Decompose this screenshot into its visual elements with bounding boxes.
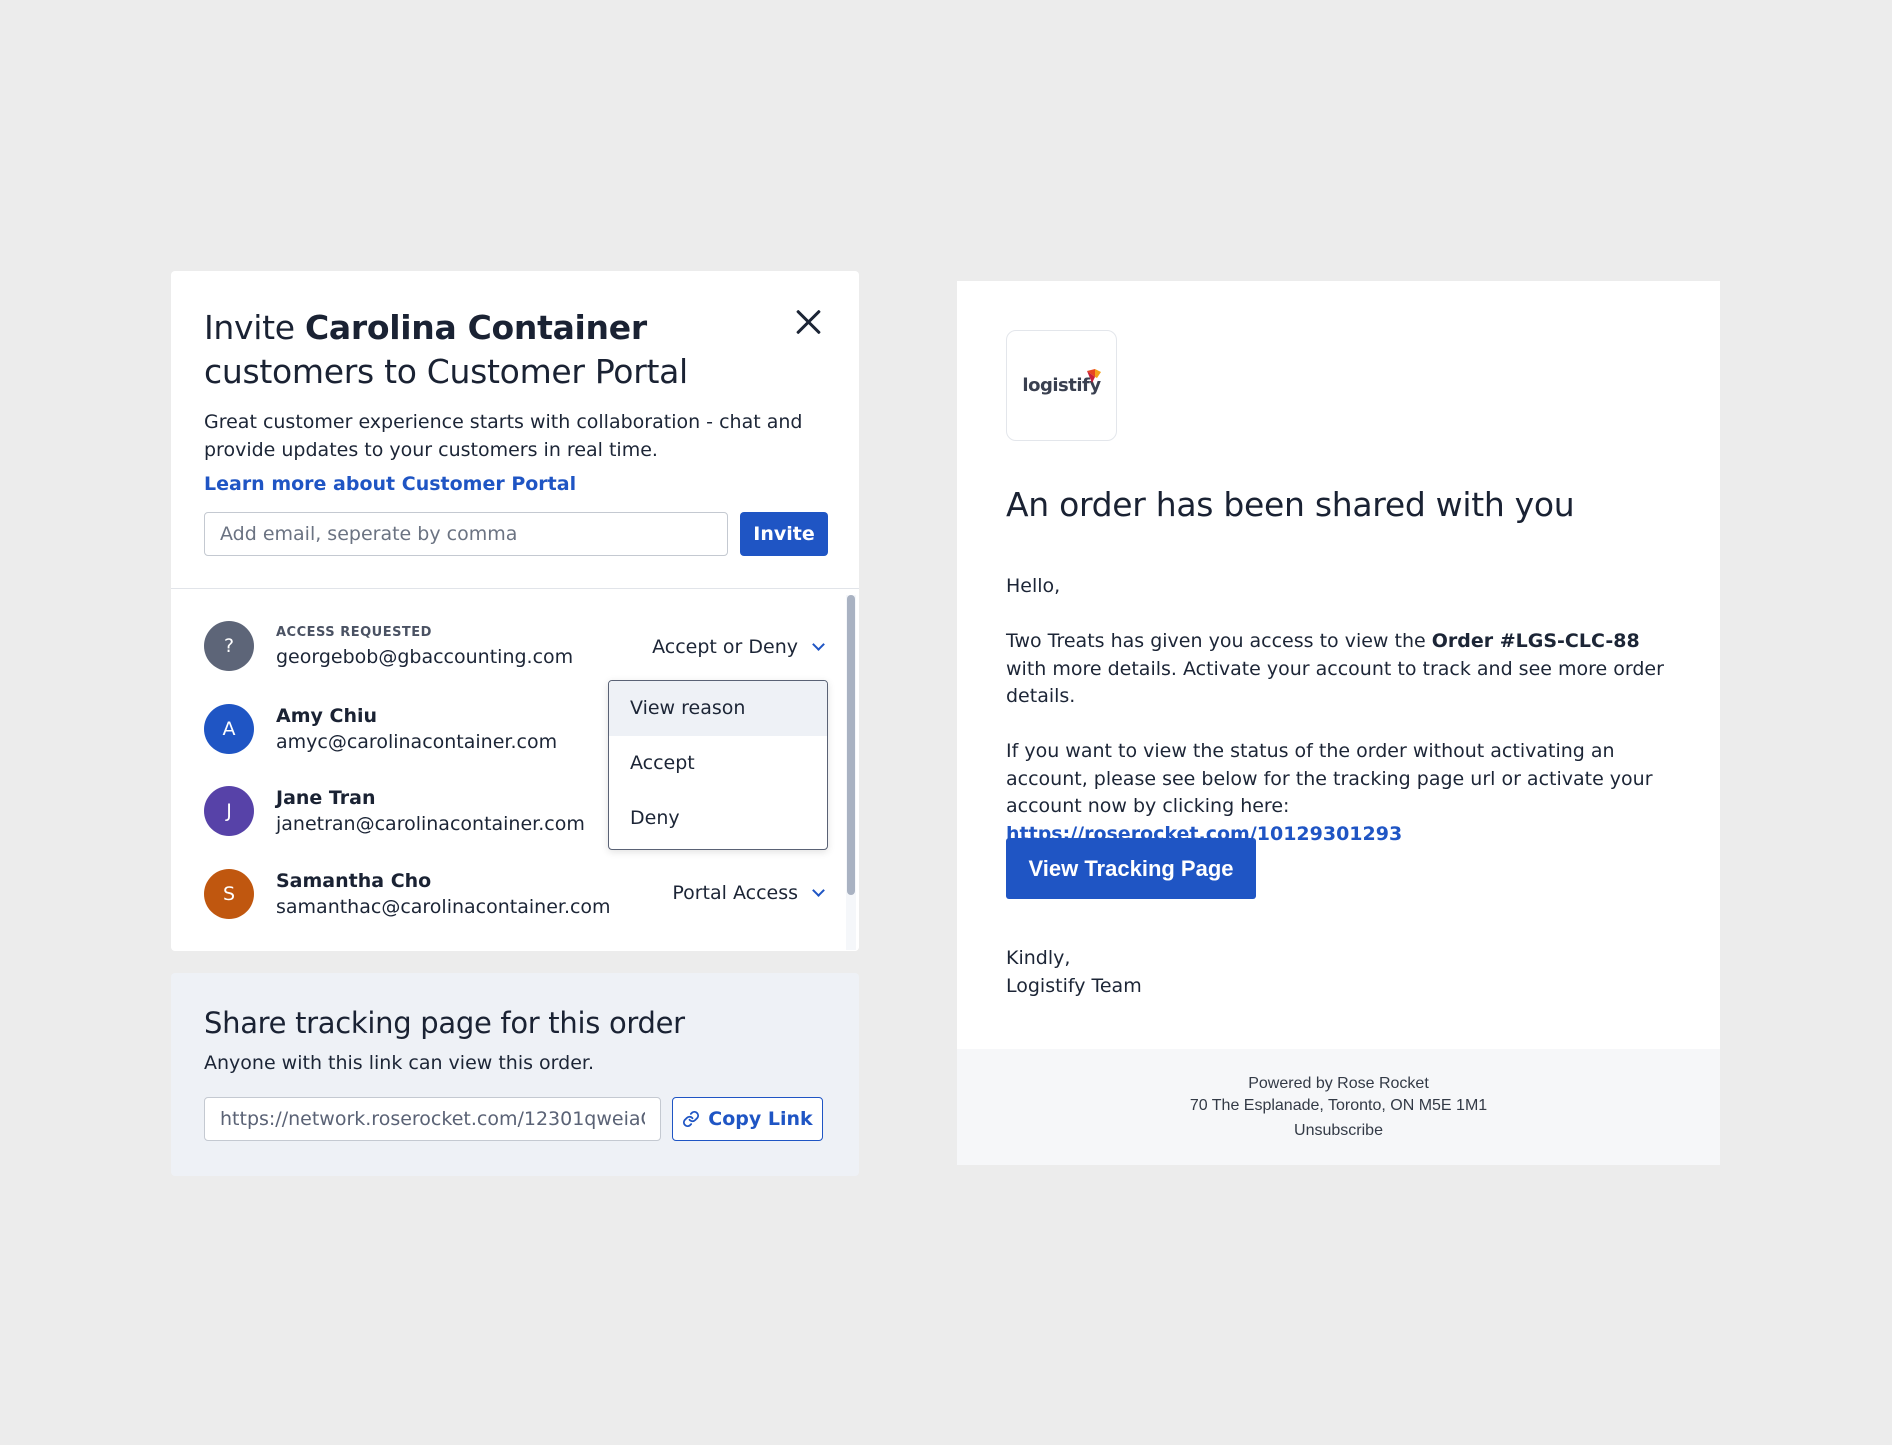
title-suffix: customers to Customer Portal bbox=[204, 352, 688, 391]
email-heading: An order has been shared with you bbox=[1006, 485, 1575, 524]
access-select-label: Accept or Deny bbox=[652, 636, 798, 658]
signoff: Kindly, Logistify Team bbox=[1006, 945, 1142, 1000]
avatar-initial: ? bbox=[223, 635, 235, 657]
email-input[interactable] bbox=[204, 512, 728, 556]
email-paragraph-1: Two Treats has given you access to view … bbox=[1006, 628, 1686, 711]
footer-address: 70 The Esplanade, Toronto, ON M5E 1M1 bbox=[1189, 1097, 1488, 1114]
menu-item-view-reason[interactable]: View reason bbox=[609, 681, 827, 736]
logo-mark-icon bbox=[1087, 369, 1101, 383]
tracking-link-field[interactable] bbox=[204, 1097, 661, 1141]
member-list: ? ACCESS REQUESTED georgebob@gbaccountin… bbox=[171, 589, 859, 951]
title-prefix: Invite bbox=[204, 308, 295, 347]
para1-start: Two Treats has given you access to view … bbox=[1006, 630, 1432, 652]
member-name: Jane Tran bbox=[276, 787, 376, 809]
avatar: S bbox=[204, 869, 254, 919]
member-info: Amy Chiu amyc@carolinacontainer.com bbox=[276, 705, 557, 753]
avatar-initial: A bbox=[222, 718, 236, 740]
list-item: ? ACCESS REQUESTED georgebob@gbaccountin… bbox=[204, 621, 573, 671]
email-footer: Powered by Rose Rocket 70 The Esplanade,… bbox=[957, 1049, 1720, 1165]
member-email: samanthac@carolinacontainer.com bbox=[276, 896, 611, 918]
avatar: A bbox=[204, 704, 254, 754]
chevron-down-icon bbox=[812, 884, 825, 897]
view-tracking-page-button[interactable]: View Tracking Page bbox=[1006, 838, 1256, 899]
member-info: Samantha Cho samanthac@carolinacontainer… bbox=[276, 870, 611, 918]
member-info: ACCESS REQUESTED georgebob@gbaccounting.… bbox=[276, 625, 573, 668]
portal-access-select[interactable]: Portal Access bbox=[672, 882, 825, 904]
close-icon[interactable] bbox=[793, 307, 823, 337]
signoff-line-2: Logistify Team bbox=[1006, 974, 1142, 997]
member-name: Samantha Cho bbox=[276, 870, 432, 892]
email-body: Hello, Two Treats has given you access t… bbox=[1006, 573, 1686, 876]
share-tracking-panel: Share tracking page for this order Anyon… bbox=[171, 973, 859, 1176]
footer-powered-by: Powered by Rose Rocket bbox=[1248, 1075, 1429, 1092]
avatar: J bbox=[204, 786, 254, 836]
learn-more-link[interactable]: Learn more about Customer Portal bbox=[204, 473, 576, 495]
email-preview: logistify An order has been shared with … bbox=[957, 281, 1720, 1165]
list-item: S Samantha Cho samanthac@carolinacontain… bbox=[204, 869, 611, 919]
avatar: ? bbox=[204, 621, 254, 671]
accept-or-deny-select[interactable]: Accept or Deny bbox=[652, 636, 825, 658]
order-reference: Order #LGS-CLC-88 bbox=[1431, 630, 1640, 652]
member-email: janetran@carolinacontainer.com bbox=[276, 813, 585, 835]
copy-link-label: Copy Link bbox=[708, 1108, 813, 1130]
member-email: amyc@carolinacontainer.com bbox=[276, 731, 558, 753]
modal-title: Invite Carolina Container customers to C… bbox=[204, 306, 784, 394]
menu-item-deny[interactable]: Deny bbox=[609, 791, 827, 846]
logo-box: logistify bbox=[1006, 330, 1117, 441]
access-select-label: Portal Access bbox=[672, 882, 798, 904]
greeting: Hello, bbox=[1006, 575, 1061, 597]
list-item: A Amy Chiu amyc@carolinacontainer.com bbox=[204, 704, 557, 754]
modal-description: Great customer experience starts with co… bbox=[204, 411, 803, 461]
share-subtitle: Anyone with this link can view this orde… bbox=[204, 1052, 595, 1074]
email-paragraph-2: If you want to view the status of the or… bbox=[1006, 738, 1686, 848]
share-link-row: Copy Link bbox=[204, 1097, 826, 1141]
menu-item-accept[interactable]: Accept bbox=[609, 736, 827, 791]
invite-modal: Invite Carolina Container customers to C… bbox=[171, 271, 859, 951]
invite-row: Invite bbox=[204, 512, 828, 556]
link-icon bbox=[683, 1111, 700, 1127]
chevron-down-icon bbox=[812, 638, 825, 651]
share-title: Share tracking page for this order bbox=[204, 1006, 685, 1040]
avatar-initial: J bbox=[226, 800, 232, 822]
invite-button[interactable]: Invite bbox=[740, 512, 828, 556]
company-name: Carolina Container bbox=[305, 308, 647, 347]
para1-end: with more details. Activate your account… bbox=[1006, 657, 1664, 708]
para2-text: If you want to view the status of the or… bbox=[1006, 740, 1653, 817]
member-info: Jane Tran janetran@carolinacontainer.com bbox=[276, 787, 585, 835]
signoff-line-1: Kindly, bbox=[1006, 947, 1071, 969]
avatar-initial: S bbox=[222, 883, 236, 905]
copy-link-button[interactable]: Copy Link bbox=[672, 1097, 823, 1141]
access-dropdown-menu: View reason Accept Deny bbox=[608, 680, 828, 850]
unsubscribe-link[interactable]: Unsubscribe bbox=[1294, 1122, 1383, 1140]
list-item: J Jane Tran janetran@carolinacontainer.c… bbox=[204, 786, 585, 836]
access-requested-tag: ACCESS REQUESTED bbox=[276, 624, 432, 640]
invite-modal-header: Invite Carolina Container customers to C… bbox=[171, 271, 859, 588]
member-email: georgebob@gbaccounting.com bbox=[276, 645, 574, 668]
scrollbar-thumb[interactable] bbox=[847, 595, 855, 895]
member-name: Amy Chiu bbox=[276, 705, 378, 727]
